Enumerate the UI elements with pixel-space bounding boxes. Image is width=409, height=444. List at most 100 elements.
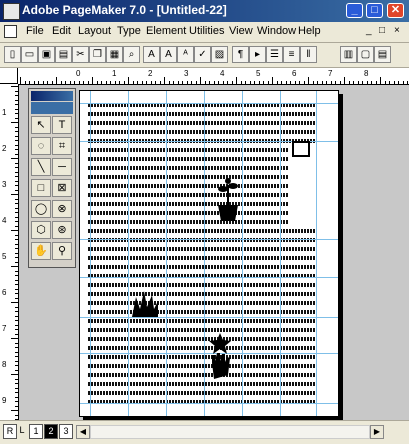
find-icon[interactable]: ⌕ — [123, 46, 140, 63]
toolbox-palette[interactable]: ↖ T ◌ ⌗ ╲ ─ □ ⊠ ◯ ⊗ ⬡ ⊛ ✋ ⚲ — [28, 88, 76, 268]
grass-tuft-icon[interactable] — [130, 289, 160, 317]
page-2-icon[interactable]: 2 — [44, 424, 58, 439]
document-icon[interactable] — [4, 25, 17, 38]
doc-close-button[interactable]: × — [394, 25, 400, 36]
title-bar: Adobe PageMaker 7.0 - [Untitled-22] _ □ … — [0, 0, 409, 22]
ruler-tick — [15, 117, 18, 119]
print-icon[interactable]: ▤ — [55, 46, 72, 63]
polygon-icon[interactable]: ⬡ — [31, 221, 51, 239]
crop-icon[interactable]: ⌗ — [52, 137, 72, 155]
menu-file[interactable]: File — [26, 25, 44, 37]
paste-icon[interactable]: ▦ — [106, 46, 123, 63]
menu-element[interactable]: Element — [146, 25, 186, 37]
minimize-button[interactable]: _ — [346, 3, 363, 18]
align-icon[interactable]: ☰ — [266, 46, 283, 63]
ruler-tick — [11, 302, 18, 303]
text-tool-icon[interactable]: T — [52, 116, 72, 134]
menu-help[interactable]: Help — [298, 25, 321, 37]
menu-window[interactable]: Window — [257, 25, 296, 37]
ruler-tick — [308, 77, 309, 84]
toolbox-title-bar[interactable] — [31, 91, 73, 101]
cut-icon[interactable]: ✂ — [72, 46, 89, 63]
maximize-button[interactable]: □ — [366, 3, 383, 18]
frame-icon[interactable]: ▢ — [357, 46, 374, 63]
rectangle-frame-icon[interactable]: ⊠ — [52, 179, 72, 197]
master-page-right[interactable]: R — [3, 424, 17, 439]
layout-icon[interactable]: ▥ — [340, 46, 357, 63]
ruler-tick — [254, 81, 255, 84]
app-icon[interactable] — [3, 3, 20, 20]
paragraph-icon[interactable]: ¶ — [232, 46, 249, 63]
menu-view[interactable]: View — [229, 25, 253, 37]
ruler-tick — [272, 77, 273, 84]
master-page-left[interactable]: L — [18, 424, 26, 439]
rotate-icon[interactable]: ◌ — [31, 137, 51, 155]
indent-icon[interactable]: ▸ — [249, 46, 266, 63]
ruler-tick — [240, 81, 242, 84]
close-button[interactable]: ✕ — [387, 3, 404, 18]
ellipse-frame-icon[interactable]: ⊗ — [52, 200, 72, 218]
ruler-label: 7 — [2, 324, 7, 333]
polygon-frame-icon[interactable]: ⊛ — [52, 221, 72, 239]
horizontal-ruler[interactable]: 0 1 2 3 4 5 6 7 8 — [18, 68, 409, 85]
menu-layout[interactable]: Layout — [78, 25, 111, 37]
new-doc-icon[interactable]: ▯ — [4, 46, 21, 63]
page-1-icon[interactable]: 1 — [29, 424, 43, 439]
ruler-origin[interactable] — [0, 68, 18, 84]
ruler-tick — [348, 81, 350, 84]
row-guide — [80, 239, 338, 240]
zoom-icon[interactable]: ⚲ — [52, 242, 72, 260]
ruler-tick — [11, 158, 18, 159]
scroll-left-button[interactable]: ◀ — [76, 425, 90, 439]
scroll-right-button[interactable]: ▶ — [370, 425, 384, 439]
copy-icon[interactable]: ❐ — [89, 46, 106, 63]
vertical-ruler[interactable]: 12345678910 — [0, 84, 19, 441]
toolbar: ▯ ▭ ▣ ▤ ✂ ❐ ▦ ⌕ A Aᴬ ✓ ▨ ¶ ▸ ☰ ≡ ‖ ▥ ▢ ▤ — [0, 43, 409, 68]
ruler-label: 4 — [2, 216, 7, 225]
constrained-line-icon[interactable]: ─ — [52, 158, 72, 176]
ruler-tick — [15, 212, 18, 213]
menu-type[interactable]: Type — [117, 25, 141, 37]
ruler-tick — [15, 144, 18, 146]
doc-minimize-button[interactable]: _ — [366, 25, 372, 36]
ruler-tick — [15, 320, 18, 321]
ruler-tick — [42, 81, 44, 84]
menu-utilities[interactable]: Utilities — [189, 25, 224, 37]
spell-check-icon[interactable]: ✓ — [194, 46, 211, 63]
clipart-frame-icon[interactable] — [292, 141, 310, 157]
story-editor-icon[interactable]: ᴬ — [177, 46, 194, 63]
ruler-tick — [294, 81, 296, 84]
page-3-icon[interactable]: 3 — [59, 424, 73, 439]
document-page[interactable] — [79, 90, 339, 417]
rectangle-icon[interactable]: □ — [31, 179, 51, 197]
greeked-text-line — [88, 373, 316, 377]
bullets-icon[interactable]: ≡ — [283, 46, 300, 63]
menu-edit[interactable]: Edit — [52, 25, 71, 37]
hand-icon[interactable]: ✋ — [31, 242, 51, 260]
ruler-tick — [267, 81, 269, 84]
toolbox-color-strip — [31, 102, 73, 114]
line-icon[interactable]: ╲ — [31, 158, 51, 176]
zoom-page-icon[interactable]: ▨ — [211, 46, 228, 63]
menu-bar: File Edit Layout Type Element Utilities … — [0, 22, 409, 43]
columns-icon[interactable]: ‖ — [300, 46, 317, 63]
ruler-tick — [15, 306, 18, 308]
ruler-label: 8 — [364, 69, 369, 78]
font-a-icon[interactable]: A — [143, 46, 160, 63]
master-icon[interactable]: ▤ — [374, 46, 391, 63]
ellipse-icon[interactable]: ◯ — [31, 200, 51, 218]
potted-plant-icon[interactable] — [214, 177, 242, 223]
pointer-icon[interactable]: ↖ — [31, 116, 51, 134]
save-icon[interactable]: ▣ — [38, 46, 55, 63]
horizontal-scrollbar[interactable] — [90, 425, 370, 439]
open-icon[interactable]: ▭ — [21, 46, 38, 63]
font-size-icon[interactable]: A — [160, 46, 177, 63]
ruler-tick — [168, 81, 170, 84]
doc-restore-button[interactable]: □ — [379, 25, 385, 36]
ruler-tick — [15, 333, 18, 335]
column-guide — [204, 91, 205, 416]
ruler-tick — [15, 248, 18, 249]
flower-hand-icon[interactable] — [206, 331, 234, 381]
pasteboard[interactable] — [19, 85, 409, 420]
ruler-tick — [15, 369, 18, 371]
